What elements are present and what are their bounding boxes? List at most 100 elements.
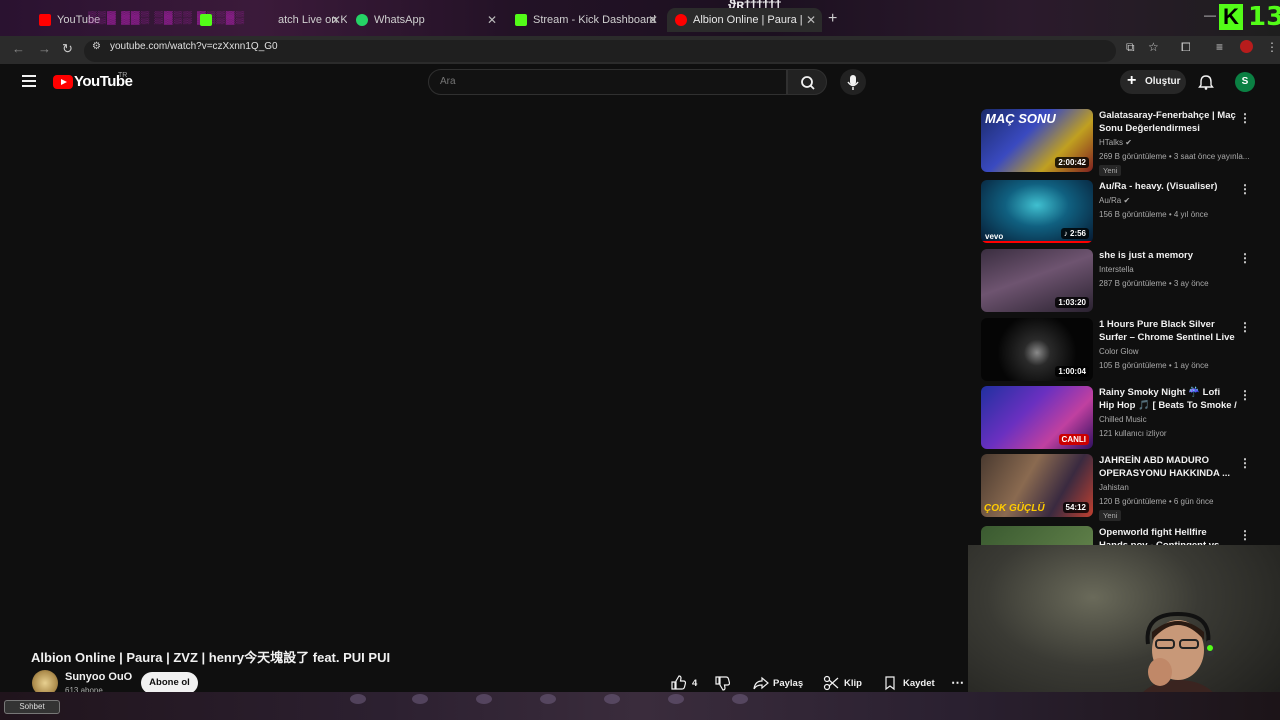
youtube-icon xyxy=(39,14,51,26)
close-tab-icon[interactable]: ✕ xyxy=(648,13,658,27)
share-arrow-icon xyxy=(753,676,769,690)
more-options-icon[interactable]: ⋮ xyxy=(1239,388,1251,402)
hamburger-menu-icon[interactable] xyxy=(22,75,36,87)
dislike-button[interactable] xyxy=(714,673,730,693)
share-button[interactable]: Paylaş xyxy=(753,673,803,693)
video-thumbnail[interactable]: 1:00:04 xyxy=(981,318,1093,381)
bookmark-star-icon[interactable]: ☆ xyxy=(1148,40,1159,54)
thumbs-down-icon xyxy=(715,676,730,691)
bookmark-icon xyxy=(885,676,895,691)
media-control-icon[interactable]: ≡ xyxy=(1216,40,1223,54)
more-options-icon[interactable]: ⋮ xyxy=(1239,528,1251,542)
channel-name-text: Au/Ra xyxy=(1099,196,1122,205)
tab-title: WhatsApp xyxy=(374,14,425,26)
kick-icon xyxy=(515,14,527,26)
kick-icon xyxy=(200,14,212,26)
account-avatar[interactable]: S xyxy=(1235,72,1255,92)
recommendation-item[interactable]: ÇOK GÜÇLÜ 54:12 JAHREİN ABD MADURO OPERA… xyxy=(981,454,1251,521)
more-options-icon[interactable]: ⋮ xyxy=(1239,320,1251,334)
voice-search-button[interactable] xyxy=(840,69,866,95)
channel-name[interactable]: Sunyoo OuO xyxy=(65,671,132,683)
recommendation-item[interactable]: CANLI Rainy Smoky Night ☔ Lofi Hip Hop 🎵… xyxy=(981,386,1251,450)
clip-button[interactable]: Klip xyxy=(823,673,862,693)
tab-title: Stream - Kick Dashboard xyxy=(533,14,656,26)
recommendation-title[interactable]: she is just a memory xyxy=(1099,249,1237,262)
hotbar-slot xyxy=(668,694,684,704)
reload-icon[interactable]: ↻ xyxy=(62,41,73,57)
tab-albion-video[interactable]: Albion Online | Paura | ZVZ | he ✕ xyxy=(667,8,822,32)
recommendation-title[interactable]: Galatasaray-Fenerbahçe | Maç Sonu Değerl… xyxy=(1099,109,1237,135)
recommendation-item[interactable]: vevo ♪ 2:56 Au/Ra - heavy. (Visualiser) … xyxy=(981,180,1251,244)
profile-avatar[interactable] xyxy=(1240,40,1253,53)
more-options-icon[interactable]: ⋮ xyxy=(1239,456,1251,470)
video-thumbnail[interactable]: vevo ♪ 2:56 xyxy=(981,180,1093,243)
hotbar-slot xyxy=(604,694,620,704)
channel-name-text: HTalks xyxy=(1099,138,1124,147)
notifications-bell-icon[interactable] xyxy=(1198,74,1214,90)
channel-name[interactable]: Color Glow xyxy=(1099,347,1139,356)
back-icon[interactable]: ← xyxy=(12,41,25,56)
live-badge: CANLI xyxy=(1058,434,1089,445)
clip-label: Klip xyxy=(844,677,862,689)
video-thumbnail[interactable] xyxy=(981,526,1093,545)
thumbnail-text: MAÇ SONU xyxy=(985,111,1056,126)
hotbar-slot xyxy=(412,694,428,704)
browser-menu-icon[interactable]: ⋮ xyxy=(1266,40,1278,54)
search-icon xyxy=(801,76,815,90)
minimize-icon[interactable]: — xyxy=(1204,8,1216,22)
forward-icon[interactable]: → xyxy=(38,41,51,56)
video-thumbnail[interactable]: 1:03:20 xyxy=(981,249,1093,312)
video-thumbnail[interactable]: CANLI xyxy=(981,386,1093,449)
url-text[interactable]: youtube.com/watch?v=czXxnn1Q_G0 xyxy=(110,41,278,52)
video-meta: 156 B görüntüleme • 4 yıl önce xyxy=(1099,210,1209,219)
verified-icon: ✔ xyxy=(1125,138,1132,147)
search-button[interactable] xyxy=(787,69,827,95)
video-thumbnail[interactable]: ÇOK GÜÇLÜ 54:12 xyxy=(981,454,1093,517)
kick-logo: K xyxy=(1219,4,1243,30)
channel-name[interactable]: Interstella xyxy=(1099,265,1134,274)
install-app-icon[interactable]: ⧉ xyxy=(1126,40,1135,55)
tab-kick-dashboard[interactable]: Stream - Kick Dashboard ✕ xyxy=(507,8,664,32)
video-meta: 269 B görüntüleme • 3 saat önce yayınla.… xyxy=(1099,152,1249,161)
extensions-icon[interactable]: ⧠ xyxy=(1181,40,1191,55)
recommendation-item[interactable]: 1:03:20 she is just a memory Interstella… xyxy=(981,249,1251,313)
channel-name[interactable]: Chilled Music xyxy=(1099,415,1147,424)
more-actions-icon[interactable]: ⋯ xyxy=(951,673,964,693)
watch-progress-bar xyxy=(981,241,1093,243)
like-count: 4 xyxy=(692,677,698,689)
recommendation-item[interactable]: Openworld fight Hellfire Hands pov - Con… xyxy=(981,526,1251,545)
recommendation-title[interactable]: Au/Ra - heavy. (Visualiser) xyxy=(1099,180,1237,193)
tab-whatsapp[interactable]: WhatsApp ✕ xyxy=(348,8,503,32)
recommendation-item[interactable]: 1:00:04 1 Hours Pure Black Silver Surfer… xyxy=(981,318,1251,382)
verified-icon: ✔ xyxy=(1123,196,1131,205)
recommendation-title[interactable]: Rainy Smoky Night ☔ Lofi Hip Hop 🎵 [ Bea… xyxy=(1099,386,1237,412)
more-options-icon[interactable]: ⋮ xyxy=(1239,182,1251,196)
recommendation-title[interactable]: JAHREİN ABD MADURO OPERASYONU HAKKINDA .… xyxy=(1099,454,1237,480)
site-info-icon[interactable]: ⚙ xyxy=(92,41,101,52)
more-options-icon[interactable]: ⋮ xyxy=(1239,251,1251,265)
channel-name[interactable]: HTalks ✔ xyxy=(1099,138,1132,147)
channel-name[interactable]: Jahistan xyxy=(1099,483,1129,492)
search-input[interactable] xyxy=(440,76,770,87)
hotbar-slot xyxy=(476,694,492,704)
close-tab-icon[interactable]: ✕ xyxy=(806,13,816,27)
save-button[interactable]: Kaydet xyxy=(882,673,935,693)
subscribe-button[interactable]: Abone ol xyxy=(141,672,198,694)
channel-name[interactable]: Au/Ra ✔ xyxy=(1099,196,1130,205)
recommendation-item[interactable]: MAÇ SONU 2:00:42 Galatasaray-Fenerbahçe … xyxy=(981,109,1251,176)
recommendation-title[interactable]: 1 Hours Pure Black Silver Surfer – Chrom… xyxy=(1099,318,1237,344)
more-options-icon[interactable]: ⋮ xyxy=(1239,111,1251,125)
video-meta: 120 B görüntüleme • 6 gün önce xyxy=(1099,497,1214,506)
video-thumbnail[interactable]: MAÇ SONU 2:00:42 xyxy=(981,109,1093,172)
tab-kick-live[interactable]: atch Live on K ✕ xyxy=(192,8,347,32)
youtube-logo-icon[interactable] xyxy=(53,75,73,89)
recommendation-title[interactable]: Openworld fight Hellfire Hands pov - Con… xyxy=(1099,526,1237,545)
close-tab-icon[interactable]: ✕ xyxy=(331,13,341,27)
new-badge: Yeni xyxy=(1099,165,1122,176)
tab-title: Albion Online | Paura | ZVZ | he xyxy=(693,14,805,26)
close-tab-icon[interactable]: ✕ xyxy=(487,13,497,27)
like-button[interactable]: 4 xyxy=(670,673,697,693)
hotbar-slot xyxy=(540,694,556,704)
new-tab-icon[interactable]: + xyxy=(828,10,837,28)
thumbnail-text: ÇOK GÜÇLÜ xyxy=(984,503,1045,514)
